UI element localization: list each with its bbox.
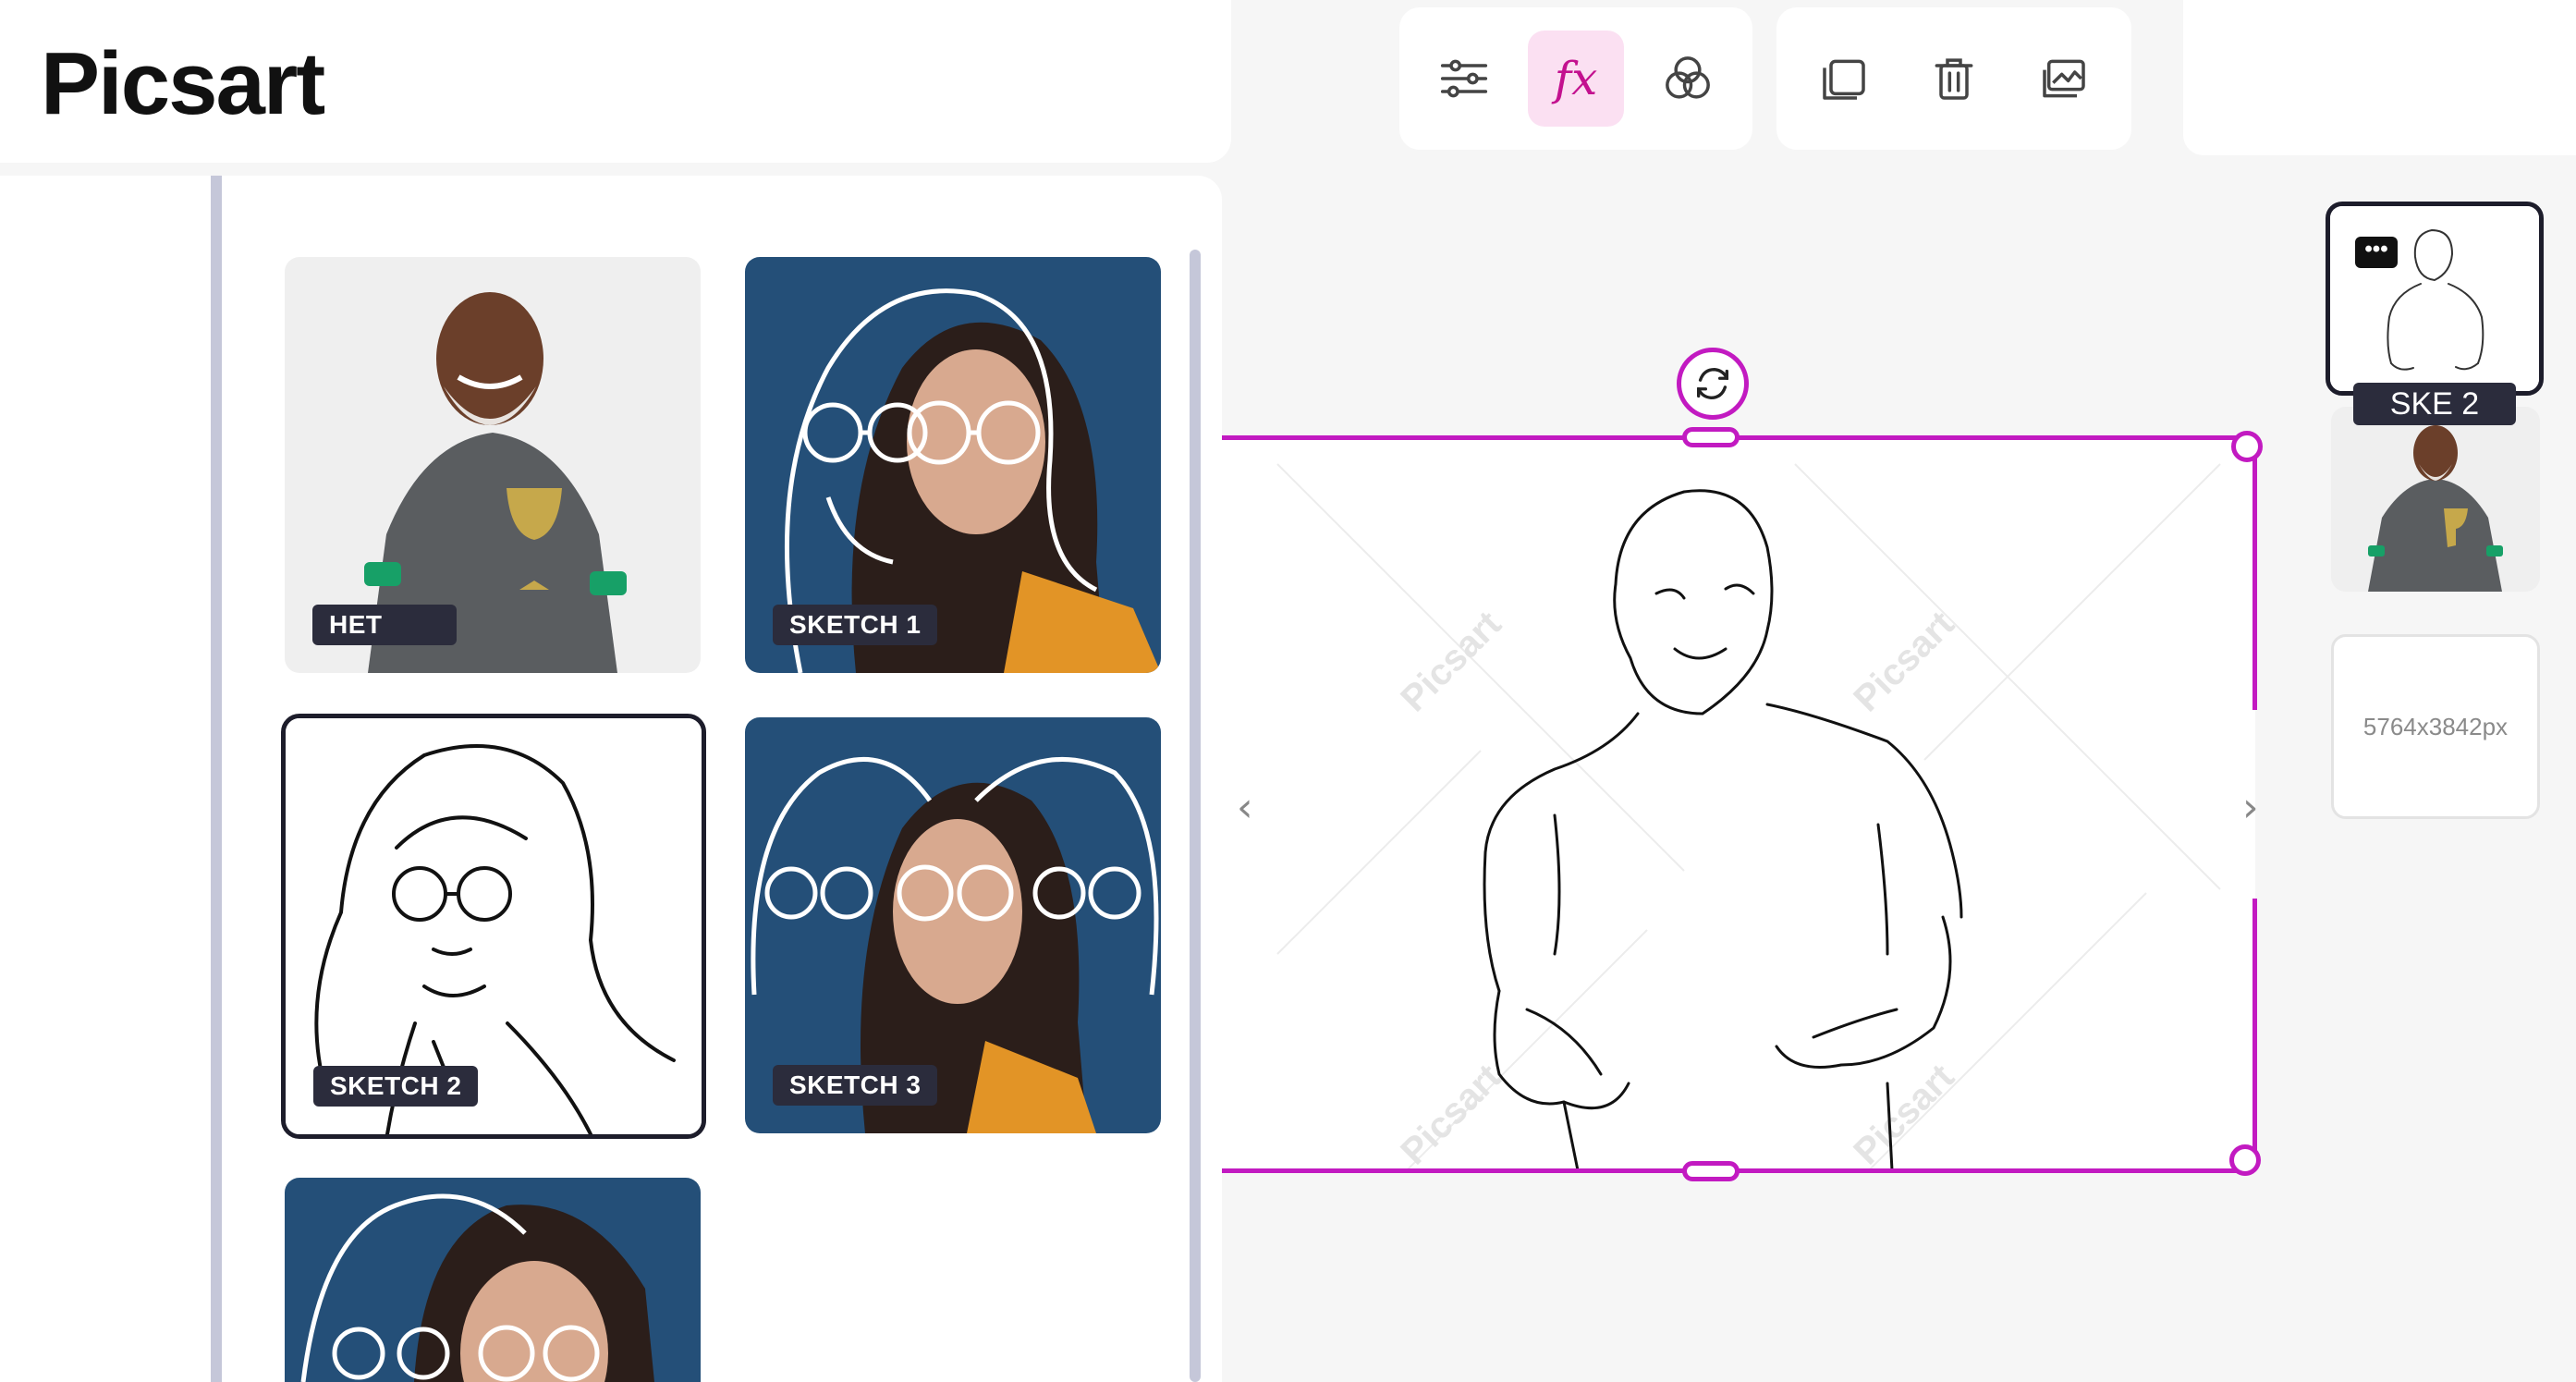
replace-image-icon [2042, 59, 2085, 98]
effect-card-sketch-4[interactable] [285, 1178, 701, 1382]
duplicate-icon [1823, 59, 1866, 100]
replace-button[interactable] [2016, 31, 2112, 127]
svg-text:Picsart: Picsart [1846, 1057, 1961, 1170]
selection-right-edge-top[interactable] [2252, 447, 2257, 710]
rotate-icon [1696, 367, 1729, 400]
svg-text:Picsart: Picsart [1393, 1057, 1508, 1170]
trash-icon [1935, 58, 1973, 100]
effect-label: HET [312, 605, 457, 645]
panel-divider [211, 176, 222, 1382]
effects-button[interactable]: fx [1527, 31, 1624, 127]
toolbar-layer-group [1776, 7, 2131, 150]
effects-scrollbar[interactable] [1190, 250, 1201, 1382]
toolbar-right-panel [2183, 0, 2576, 155]
delete-button[interactable] [1906, 31, 2002, 127]
duplicate-button[interactable] [1796, 31, 1892, 127]
rotate-handle[interactable] [1677, 348, 1749, 420]
effect-label: SKETCH 1 [773, 605, 938, 645]
picsart-logo[interactable]: Picsart [41, 33, 325, 135]
svg-text:Picsart: Picsart [1846, 604, 1961, 719]
effect-card-sketch-1[interactable]: SKETCH 1 [745, 257, 1161, 673]
toolbar-edit-group: fx [1399, 7, 1752, 150]
layer-thumb-photo[interactable] [2331, 407, 2540, 592]
prev-arrow[interactable]: ‹ [1237, 784, 1253, 831]
effect-label: SKETCH 3 [773, 1065, 938, 1106]
selection-right-edge-bottom[interactable] [2252, 899, 2257, 1157]
layer-thumbnail-man [2331, 407, 2540, 592]
effect-card-sketch-3[interactable]: SKETCH 3 [745, 717, 1161, 1133]
svg-text:Picsart: Picsart [1393, 604, 1508, 719]
resize-handle-bottom-right[interactable] [2229, 1144, 2261, 1176]
resize-handle-top[interactable] [1682, 427, 1740, 447]
blend-circles-icon [1665, 56, 1710, 99]
canvas-size-card[interactable]: 5764x3842px [2331, 634, 2540, 819]
canvas-size-text: 5764x3842px [2362, 712, 2509, 740]
next-arrow[interactable]: › [2242, 784, 2259, 831]
resize-handle-bottom[interactable] [1682, 1161, 1740, 1181]
resize-handle-top-right[interactable] [2231, 431, 2263, 462]
blend-button[interactable] [1640, 31, 1736, 127]
layer-label: SKE 2 [2353, 383, 2516, 425]
canvas-image[interactable]: Picsart Picsart Picsart Picsart [1222, 436, 2255, 1170]
logo-panel: Picsart [0, 0, 1231, 163]
effects-fx-icon: fx [1554, 52, 1598, 105]
effect-card-sketch-2[interactable]: SKETCH 2 [281, 714, 706, 1139]
layer-more-button[interactable]: ••• [2355, 237, 2398, 268]
man-line-sketch: Picsart Picsart Picsart Picsart [1276, 463, 2221, 1170]
effect-card-het[interactable]: HET [285, 257, 701, 673]
layer-thumbnail-sketch [2330, 206, 2539, 391]
effect-thumbnail-woman-sketch [285, 1178, 701, 1382]
layer-thumb-sketch[interactable] [2326, 202, 2544, 396]
adjust-button[interactable] [1416, 31, 1512, 127]
effect-label: SKETCH 2 [313, 1066, 479, 1107]
sliders-icon [1441, 59, 1488, 98]
